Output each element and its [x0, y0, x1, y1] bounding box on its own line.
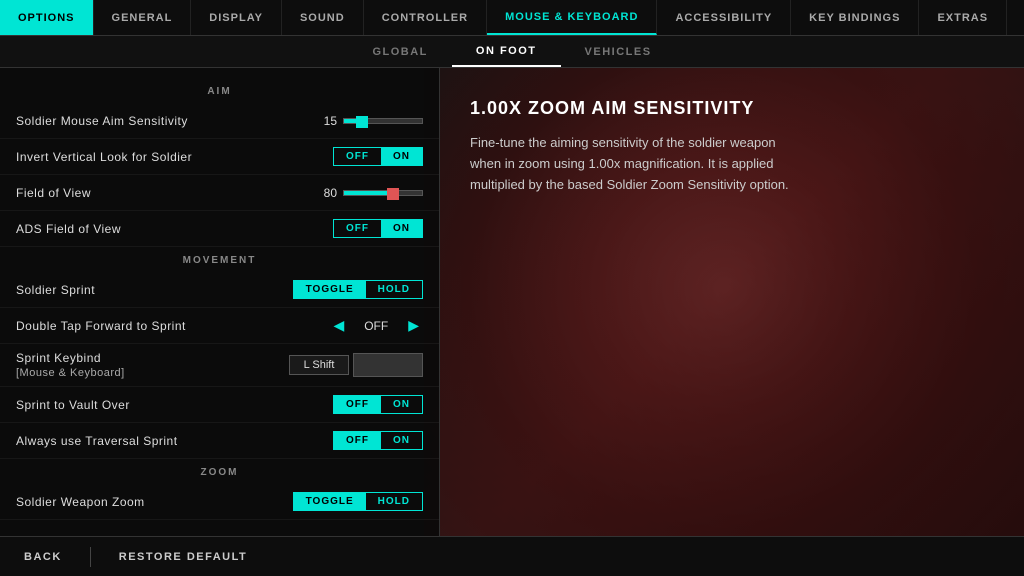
nav-item-general[interactable]: General: [94, 0, 192, 35]
toggle-off-invert-vertical[interactable]: OFF: [334, 148, 381, 165]
setting-row-invert-vertical: Invert Vertical Look for Soldier OFF ON: [0, 139, 439, 175]
toggle-soldier-sprint: TOGGLE HOLD: [293, 280, 423, 299]
arrow-right-double-tap[interactable]: ▶: [404, 317, 423, 334]
nav-item-mouse-keyboard[interactable]: Mouse & Keyboard: [487, 0, 657, 35]
nav-item-controller[interactable]: Controller: [364, 0, 487, 35]
info-panel-description: Fine-tune the aiming sensitivity of the …: [470, 133, 810, 195]
toggle-toggle-weapon-zoom[interactable]: TOGGLE: [294, 493, 366, 510]
toggle-off-ads-fov[interactable]: OFF: [334, 220, 381, 237]
toggle-off-traversal-sprint[interactable]: OFF: [334, 432, 381, 449]
toggle-on-ads-fov[interactable]: ON: [381, 220, 422, 237]
setting-row-traversal-sprint: Always use Traversal Sprint OFF ON: [0, 423, 439, 459]
nav-item-accessibility[interactable]: Accessibility: [657, 0, 791, 35]
slider-fill-aim-sensitivity: [344, 119, 356, 123]
section-header-zoom: ZOOM: [0, 459, 439, 484]
setting-row-weapon-zoom: Soldier Weapon Zoom TOGGLE HOLD: [0, 484, 439, 520]
setting-label-sprint-vault: Sprint to Vault Over: [16, 398, 333, 412]
setting-row-sprint-vault: Sprint to Vault Over OFF ON: [0, 387, 439, 423]
toggle-hold-weapon-zoom[interactable]: HOLD: [366, 493, 422, 510]
back-button[interactable]: Back: [16, 547, 70, 567]
nav-item-key-bindings[interactable]: Key Bindings: [791, 0, 919, 35]
setting-row-sprint-keybind: Sprint Keybind[Mouse & Keyboard] L Shift: [0, 344, 439, 387]
arrow-value-double-tap: OFF: [356, 319, 396, 333]
setting-label-aim-sensitivity: Soldier Mouse Aim Sensitivity: [16, 114, 312, 128]
slider-thumb-aim-sensitivity: [356, 116, 368, 128]
restore-default-button[interactable]: Restore Default: [111, 547, 255, 567]
setting-row-double-tap: Double Tap Forward to Sprint ◀ OFF ▶: [0, 308, 439, 344]
setting-row-aim-sensitivity: Soldier Mouse Aim Sensitivity 15: [0, 103, 439, 139]
toggle-toggle-soldier-sprint[interactable]: TOGGLE: [294, 281, 366, 298]
toggle-group-weapon-zoom: TOGGLE HOLD: [293, 492, 423, 511]
toggle-group-soldier-sprint: TOGGLE HOLD: [293, 280, 423, 299]
slider-value-fov: 80: [312, 186, 337, 200]
setting-row-soldier-sprint: Soldier Sprint TOGGLE HOLD: [0, 272, 439, 308]
nav-item-extras[interactable]: Extras: [919, 0, 1007, 35]
arrow-left-double-tap[interactable]: ◀: [329, 317, 348, 334]
setting-label-double-tap: Double Tap Forward to Sprint: [16, 319, 329, 333]
arrow-control-double-tap: ◀ OFF ▶: [329, 317, 423, 334]
slider-track-aim-sensitivity[interactable]: [343, 118, 423, 124]
nav-item-display[interactable]: Display: [191, 0, 282, 35]
section-header-movement: MOVEMENT: [0, 247, 439, 272]
toggle-off-sprint-vault[interactable]: OFF: [334, 396, 381, 413]
nav-item-sound[interactable]: Sound: [282, 0, 364, 35]
setting-row-ads-fov: ADS Field of View OFF ON: [0, 211, 439, 247]
toggle-hold-soldier-sprint[interactable]: HOLD: [366, 281, 422, 298]
toggle-group-invert-vertical: OFF ON: [333, 147, 423, 166]
sub-item-on-foot[interactable]: On Foot: [452, 36, 561, 67]
keybind-primary-sprint[interactable]: L Shift: [289, 355, 349, 375]
info-panel: 1.00x Zoom Aim Sensitivity Fine-tune the…: [440, 68, 1024, 536]
toggle-on-sprint-vault[interactable]: ON: [381, 396, 422, 413]
slider-fill-fov: [344, 191, 387, 195]
toggle-sprint-vault: OFF ON: [333, 395, 423, 414]
toggle-traversal-sprint: OFF ON: [333, 431, 423, 450]
setting-label-soldier-sprint: Soldier Sprint: [16, 283, 293, 297]
sub-item-global[interactable]: Global: [348, 36, 451, 67]
setting-label-traversal-sprint: Always use Traversal Sprint: [16, 434, 333, 448]
toggle-group-traversal-sprint: OFF ON: [333, 431, 423, 450]
top-navigation: Options General Display Sound Controller…: [0, 0, 1024, 36]
toggle-weapon-zoom: TOGGLE HOLD: [293, 492, 423, 511]
bottom-divider: [90, 547, 91, 567]
toggle-group-sprint-vault: OFF ON: [333, 395, 423, 414]
info-panel-title: 1.00x Zoom Aim Sensitivity: [470, 98, 994, 119]
slider-control-fov: 80: [312, 186, 423, 200]
toggle-ads-fov: OFF ON: [333, 219, 423, 238]
setting-label-fov: Field of View: [16, 186, 312, 200]
bottom-bar: Back Restore Default: [0, 536, 1024, 576]
setting-label-sprint-keybind: Sprint Keybind[Mouse & Keyboard]: [16, 351, 289, 379]
slider-thumb-fov: [387, 188, 399, 200]
nav-item-options[interactable]: Options: [0, 0, 94, 35]
setting-row-fov: Field of View 80: [0, 175, 439, 211]
toggle-on-traversal-sprint[interactable]: ON: [381, 432, 422, 449]
slider-value-aim-sensitivity: 15: [312, 114, 337, 128]
main-content: AIM Soldier Mouse Aim Sensitivity 15 Inv…: [0, 68, 1024, 536]
setting-label-weapon-zoom: Soldier Weapon Zoom: [16, 495, 293, 509]
slider-track-fov[interactable]: [343, 190, 423, 196]
settings-panel: AIM Soldier Mouse Aim Sensitivity 15 Inv…: [0, 68, 440, 536]
toggle-group-ads-fov: OFF ON: [333, 219, 423, 238]
setting-label-invert-vertical: Invert Vertical Look for Soldier: [16, 150, 333, 164]
setting-label-ads-fov: ADS Field of View: [16, 222, 333, 236]
sub-item-vehicles[interactable]: Vehicles: [561, 36, 676, 67]
keybind-control-sprint: L Shift: [289, 353, 423, 377]
toggle-on-invert-vertical[interactable]: ON: [381, 148, 422, 165]
keybind-secondary-sprint[interactable]: [353, 353, 423, 377]
sub-navigation: Global On Foot Vehicles: [0, 36, 1024, 68]
slider-control-aim-sensitivity: 15: [312, 114, 423, 128]
section-header-aim: AIM: [0, 78, 439, 103]
toggle-invert-vertical: OFF ON: [333, 147, 423, 166]
